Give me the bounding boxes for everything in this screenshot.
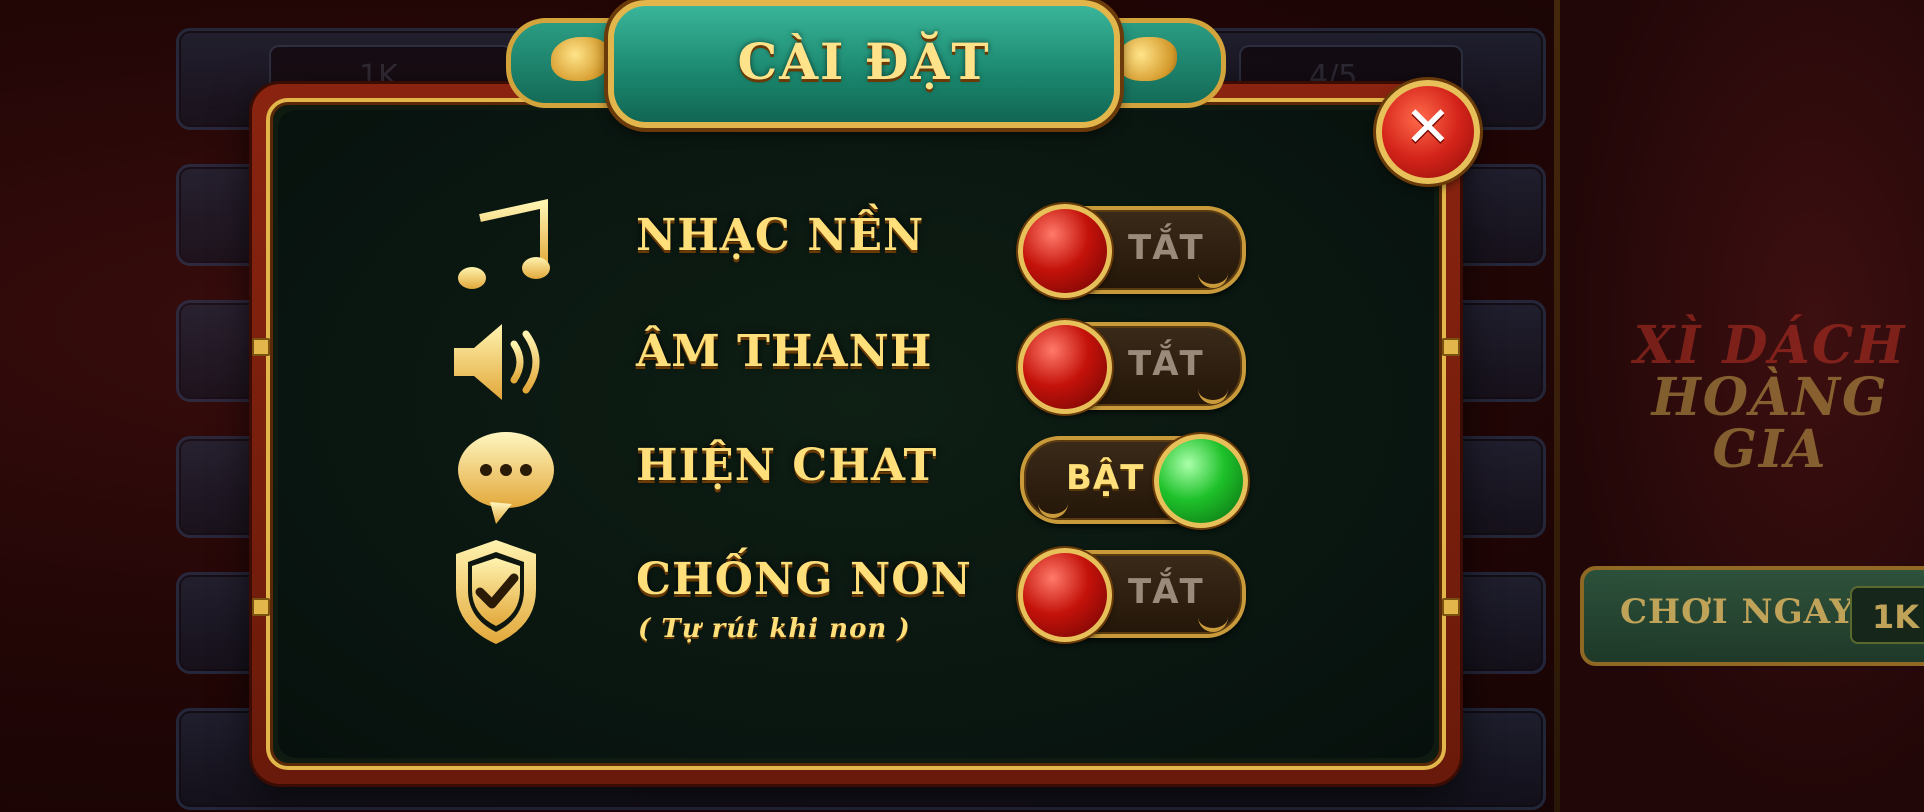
setting-row-music: NHẠC NỀN TẮT (450, 196, 1250, 298)
toggle-state: BẬT (1066, 458, 1145, 498)
setting-label: CHỐNG NON (636, 554, 972, 605)
speaker-icon (450, 312, 560, 412)
shield-check-icon (450, 540, 560, 644)
setting-label: NHẠC NỀN (636, 210, 925, 261)
toggle-ornament (1198, 606, 1228, 632)
golden-fish-icon (551, 37, 611, 81)
toggle-knob (1018, 548, 1112, 642)
game-logo: XÌ DÁCH HOÀNG GIA (1610, 320, 1924, 476)
anti-bust-toggle[interactable]: TẮT (1018, 548, 1246, 642)
close-button[interactable]: ✕ (1376, 80, 1480, 184)
play-now-label: CHƠI NGAY (1620, 592, 1855, 632)
music-toggle[interactable]: TẮT (1018, 204, 1246, 298)
chat-toggle[interactable]: BẬT (1020, 434, 1248, 528)
settings-title-banner: CÀI ĐẶT (608, 0, 1120, 128)
settings-title: CÀI ĐẶT (737, 32, 991, 91)
toggle-ornament (1038, 492, 1068, 518)
music-note-icon (450, 196, 560, 296)
golden-fish-icon (1117, 37, 1177, 81)
setting-row-chat: HIỆN CHAT BẬT (450, 426, 1250, 528)
frame-rivet (252, 598, 270, 616)
close-icon: ✕ (1404, 95, 1452, 160)
frame-rivet (252, 338, 270, 356)
toggle-knob (1018, 320, 1112, 414)
toggle-state: TẮT (1128, 572, 1204, 612)
toggle-ornament (1198, 262, 1228, 288)
setting-row-sound: ÂM THANH TẮT (450, 312, 1250, 414)
frame-rivet (1442, 338, 1460, 356)
frame-rivet (1442, 598, 1460, 616)
toggle-state: TẮT (1128, 228, 1204, 268)
setting-label: HIỆN CHAT (636, 440, 938, 491)
play-now-bet: 1K (1850, 586, 1924, 644)
setting-row-anti-bust: CHỐNG NON ( Tự rút khi non ) TẮT (450, 540, 1250, 644)
toggle-knob (1018, 204, 1112, 298)
setting-label: ÂM THANH (636, 326, 933, 377)
toggle-ornament (1198, 378, 1228, 404)
toggle-knob (1154, 434, 1248, 528)
sound-toggle[interactable]: TẮT (1018, 320, 1246, 414)
setting-sublabel: ( Tự rút khi non ) (638, 614, 911, 644)
game-logo-line1: XÌ DÁCH (1633, 315, 1907, 376)
game-screen: 1K 4/5 XÌ DÁCH HOÀNG GIA CHƠI NGAY 1K CÀ… (0, 0, 1924, 812)
toggle-state: TẮT (1128, 344, 1204, 384)
chat-bubble-icon (450, 426, 560, 526)
game-logo-line2: HOÀNG GIA (1651, 367, 1889, 480)
play-now-button[interactable]: CHƠI NGAY 1K (1580, 566, 1924, 666)
